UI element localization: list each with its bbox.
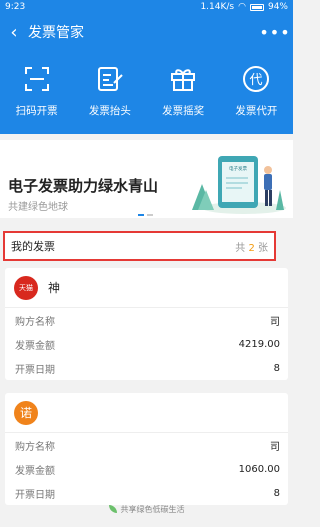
invoice-row: 发票金额 1060.00 — [5, 457, 288, 481]
invoice-date-label: 开票日期 — [15, 364, 55, 376]
invoice-amount-value: 4219.00 — [238, 338, 280, 350]
banner-subtitle: 共建绿色地球 — [8, 202, 68, 213]
invoice-date-label: 开票日期 — [15, 489, 55, 501]
invoice-card[interactable]: 诺 购方名称 司 发票金额 1060.00 开票日期 8 — [5, 393, 288, 505]
invoice-count: 共 2 张 — [235, 239, 268, 254]
invoice-date-value: 8 — [273, 362, 280, 374]
feature-toolbar: 扫码开票 发票抬头 发票摇奖 代 发票代开 — [0, 50, 293, 134]
invoice-card-header: 诺 — [5, 393, 288, 433]
invoice-amount-label: 发票金额 — [15, 465, 55, 477]
invoice-lottery-label: 发票摇奖 — [162, 105, 205, 117]
proxy-issue-button[interactable]: 代 发票代开 — [220, 50, 293, 134]
footer-note: 共享绿色低碳生活 — [0, 502, 293, 516]
back-icon[interactable]: ‹ — [0, 14, 28, 50]
scan-invoice-button[interactable]: 扫码开票 — [0, 50, 73, 134]
invoice-card[interactable]: 天猫 神 购方名称 司 发票金额 4219.00 开票日期 8 — [5, 268, 288, 380]
proxy-issue-label: 发票代开 — [235, 105, 278, 117]
merchant-logo: 天猫 — [14, 275, 38, 300]
svg-text:代: 代 — [250, 73, 263, 88]
invoice-header-label: 发票抬头 — [88, 105, 131, 117]
invoice-header-button[interactable]: 发票抬头 — [73, 50, 146, 134]
gift-icon — [171, 69, 196, 91]
more-icon[interactable]: ••• — [257, 14, 293, 50]
invoice-row: 购方名称 司 — [5, 433, 288, 457]
invoice-amount-value: 1060.00 — [238, 463, 280, 475]
buyer-name-label: 购方名称 — [15, 441, 55, 453]
banner-pagination — [138, 214, 153, 216]
battery-icon — [249, 3, 264, 11]
invoice-count-value: 2 — [248, 242, 255, 254]
buyer-name-value: 司 — [270, 441, 280, 453]
scan-icon — [24, 67, 49, 91]
invoice-card-header: 天猫 神 — [5, 268, 288, 308]
seller-name: 神 — [48, 281, 61, 295]
my-invoices-label: 我的发票 — [11, 240, 55, 253]
invoice-row: 发票金额 4219.00 — [5, 332, 288, 356]
pagination-dot-active — [138, 214, 144, 216]
proxy-issue-icon: 代 — [243, 66, 270, 92]
wifi-icon: ◠ — [238, 2, 246, 12]
buyer-name-label: 购方名称 — [15, 316, 55, 328]
invoice-count-suffix: 张 — [258, 242, 268, 254]
status-time: 9:23 — [5, 2, 26, 12]
invoice-lottery-button[interactable]: 发票摇奖 — [147, 50, 220, 134]
illustration-text: 电子发票 — [229, 165, 247, 172]
my-invoices-header: 我的发票 共 2 张 — [3, 231, 276, 261]
status-bar: 9:23 1.14K/s ◠ 94% — [0, 0, 293, 14]
banner-title: 电子发票助力绿水青山 — [8, 177, 159, 195]
battery-level: 94% — [267, 2, 288, 12]
network-speed: 1.14K/s — [200, 2, 235, 12]
invoice-row: 购方名称 司 — [5, 308, 288, 332]
invoice-date-value: 8 — [273, 487, 280, 499]
buyer-name-value: 司 — [270, 316, 280, 328]
nav-bar: ‹ 发票管家 ••• — [0, 14, 293, 50]
invoice-count-prefix: 共 — [235, 242, 246, 254]
banner-illustration: 电子发票 — [192, 156, 286, 214]
invoice-amount-label: 发票金额 — [15, 340, 55, 352]
scan-invoice-label: 扫码开票 — [15, 105, 58, 117]
edit-document-icon — [97, 67, 123, 91]
page-title: 发票管家 — [28, 25, 84, 41]
merchant-logo: 诺 — [14, 400, 38, 425]
leaf-icon — [108, 505, 117, 513]
invoice-row: 开票日期 8 — [5, 356, 288, 380]
pagination-dot — [147, 214, 153, 216]
footer-text: 共享绿色低碳生活 — [120, 504, 185, 514]
